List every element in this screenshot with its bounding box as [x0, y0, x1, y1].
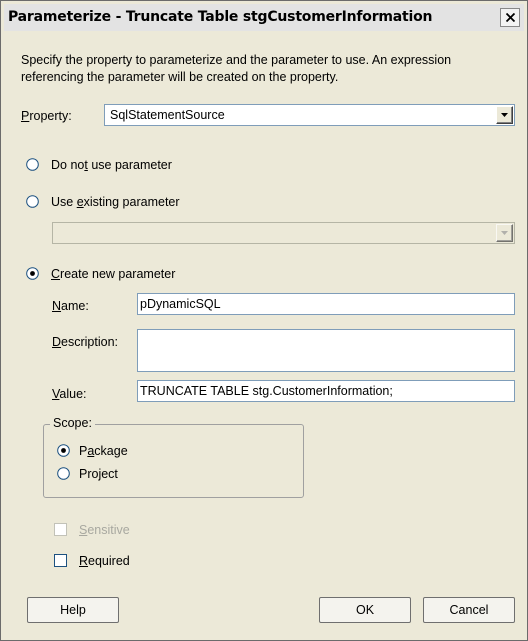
property-dropdown-value: SqlStatementSource: [110, 108, 225, 122]
radio-scope-project[interactable]: [57, 467, 70, 480]
property-label: Property:: [21, 109, 72, 123]
required-label: Required: [79, 554, 130, 568]
cancel-button[interactable]: Cancel: [423, 597, 515, 623]
description-field[interactable]: [137, 329, 515, 372]
use-existing-label: Use existing parameter: [51, 195, 180, 209]
property-dropdown[interactable]: SqlStatementSource: [104, 104, 515, 126]
scope-groupbox: [43, 424, 304, 498]
chevron-down-icon[interactable]: [496, 106, 513, 124]
name-label: Name:: [52, 299, 89, 313]
title-bar: Parameterize - Truncate Table stgCustome…: [4, 4, 524, 31]
dialog-description: Specify the property to parameterize and…: [21, 53, 452, 84]
name-field[interactable]: [137, 293, 515, 315]
dialog-title: Parameterize - Truncate Table stgCustome…: [8, 9, 433, 25]
ok-button[interactable]: OK: [319, 597, 411, 623]
description-input[interactable]: [138, 330, 514, 371]
required-checkbox[interactable]: [54, 554, 67, 567]
chevron-down-icon[interactable]: [496, 224, 513, 242]
existing-parameter-dropdown[interactable]: [52, 222, 515, 244]
close-button[interactable]: [500, 8, 520, 27]
sensitive-checkbox[interactable]: [54, 523, 67, 536]
value-label: Value:: [52, 387, 87, 401]
scope-package-label: Package: [79, 444, 128, 458]
description-label: Description:: [52, 335, 119, 349]
create-new-label: Create new parameter: [51, 267, 176, 281]
close-icon: [505, 13, 515, 22]
radio-do-not-use[interactable]: [26, 158, 39, 171]
scope-project-label: Project: [79, 467, 118, 481]
radio-scope-package[interactable]: [57, 444, 70, 457]
value-field[interactable]: [137, 380, 515, 402]
sensitive-label: Sensitive: [79, 523, 130, 537]
scope-title: Scope:: [50, 416, 95, 430]
do-not-use-label: Do not use parameter: [51, 158, 172, 172]
parameterize-dialog: Parameterize - Truncate Table stgCustome…: [0, 0, 528, 641]
radio-use-existing[interactable]: [26, 195, 39, 208]
radio-create-new[interactable]: [26, 267, 39, 280]
help-button[interactable]: Help: [27, 597, 119, 623]
name-input[interactable]: [138, 294, 514, 314]
value-input[interactable]: [138, 381, 514, 401]
